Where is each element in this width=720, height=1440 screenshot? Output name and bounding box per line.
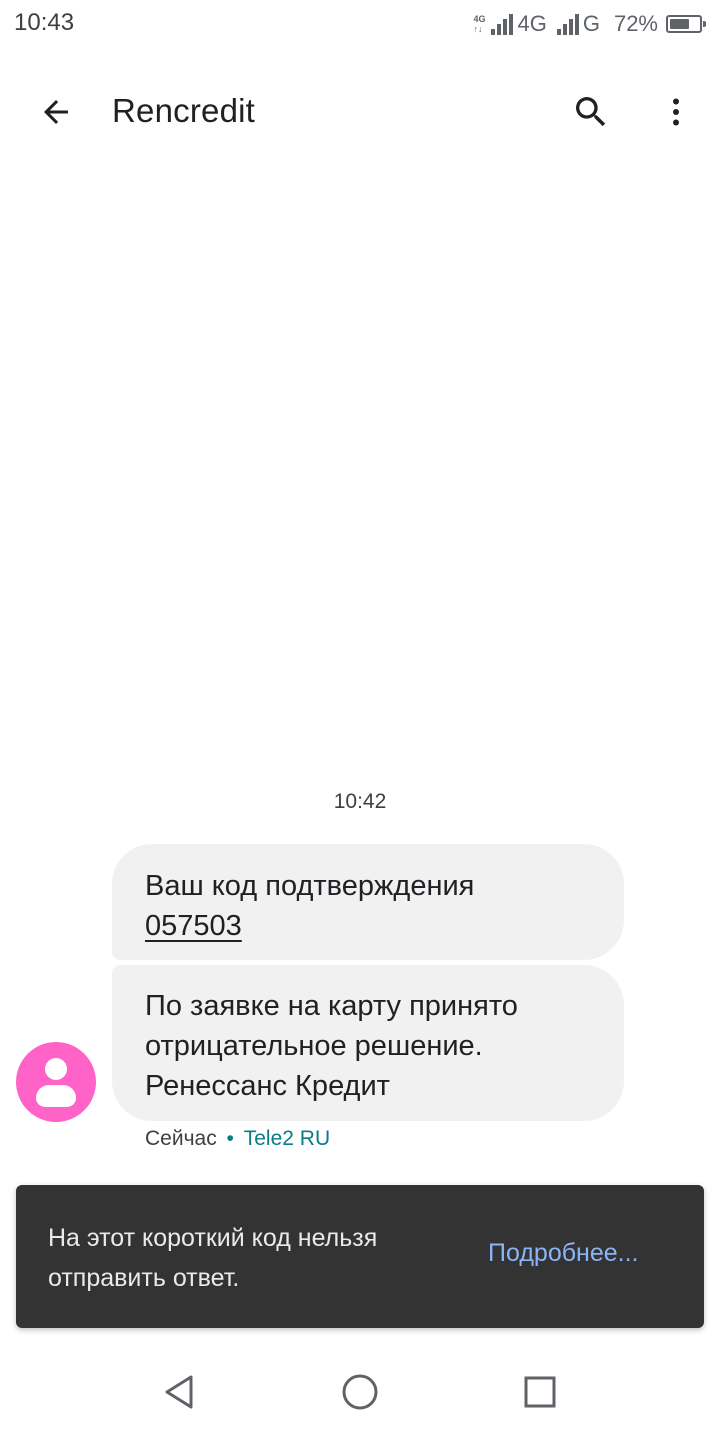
nav-back-triangle-icon <box>165 1375 193 1409</box>
battery-fill <box>670 19 690 29</box>
signal-strength-icon-2 <box>556 13 579 35</box>
back-button[interactable] <box>28 84 84 140</box>
message-text: Ваш код подтверждения <box>145 870 475 902</box>
battery-icon <box>666 15 706 33</box>
search-icon <box>576 97 606 127</box>
message-meta: Сейчас • Tele2 RU <box>145 1127 330 1151</box>
app-bar: Rencredit <box>0 60 720 164</box>
more-options-button[interactable] <box>648 84 704 140</box>
carrier-label: Tele2 RU <box>243 1127 331 1150</box>
navigation-bar <box>0 1344 720 1440</box>
message-bubble[interactable]: Ваш код подтверждения 057503 <box>112 844 624 960</box>
nav-recents-button[interactable] <box>516 1368 564 1416</box>
data-activity-icon: ↑↓ <box>473 24 483 34</box>
message-timestamp: 10:42 <box>333 790 387 813</box>
network-type-label: 4G <box>473 14 486 24</box>
message-bubble[interactable]: По заявке на карту принято отрицательное… <box>112 965 624 1121</box>
status-time: 10:43 <box>14 9 75 36</box>
conversation-title: Rencredit <box>112 92 256 129</box>
nav-back-button[interactable] <box>156 1368 204 1416</box>
person-icon <box>45 1058 67 1080</box>
meta-separator: • <box>226 1127 234 1150</box>
more-vert-icon <box>673 98 679 126</box>
arrow-left-icon <box>44 100 68 124</box>
nav-home-button[interactable] <box>336 1368 384 1416</box>
battery-percent: 72% <box>613 11 658 36</box>
snackbar-message: На этот короткий код нельзя отправить от… <box>48 1224 378 1292</box>
status-icons: 4G ↑↓ 4G G 72% <box>473 8 706 40</box>
nav-recents-square-icon <box>524 1376 556 1408</box>
sender-avatar[interactable] <box>16 1042 96 1122</box>
network-label-1: 4G <box>517 11 547 36</box>
network-type-indicator: 4G ↑↓ <box>473 14 485 34</box>
message-status-time: Сейчас <box>145 1127 217 1150</box>
network-label-2: G <box>582 11 600 36</box>
signal-strength-icon <box>491 13 514 35</box>
snackbar: На этот короткий код нельзя отправить от… <box>16 1185 704 1328</box>
status-bar: 10:43 4G ↑↓ 4G G 72% <box>0 0 720 50</box>
message-text: По заявке на карту принято отрицательное… <box>145 990 518 1102</box>
learn-more-button[interactable]: Подробнее... <box>488 1239 639 1268</box>
search-button[interactable] <box>563 84 619 140</box>
verification-code-link[interactable]: 057503 <box>145 910 242 942</box>
nav-home-circle-icon <box>342 1374 378 1410</box>
